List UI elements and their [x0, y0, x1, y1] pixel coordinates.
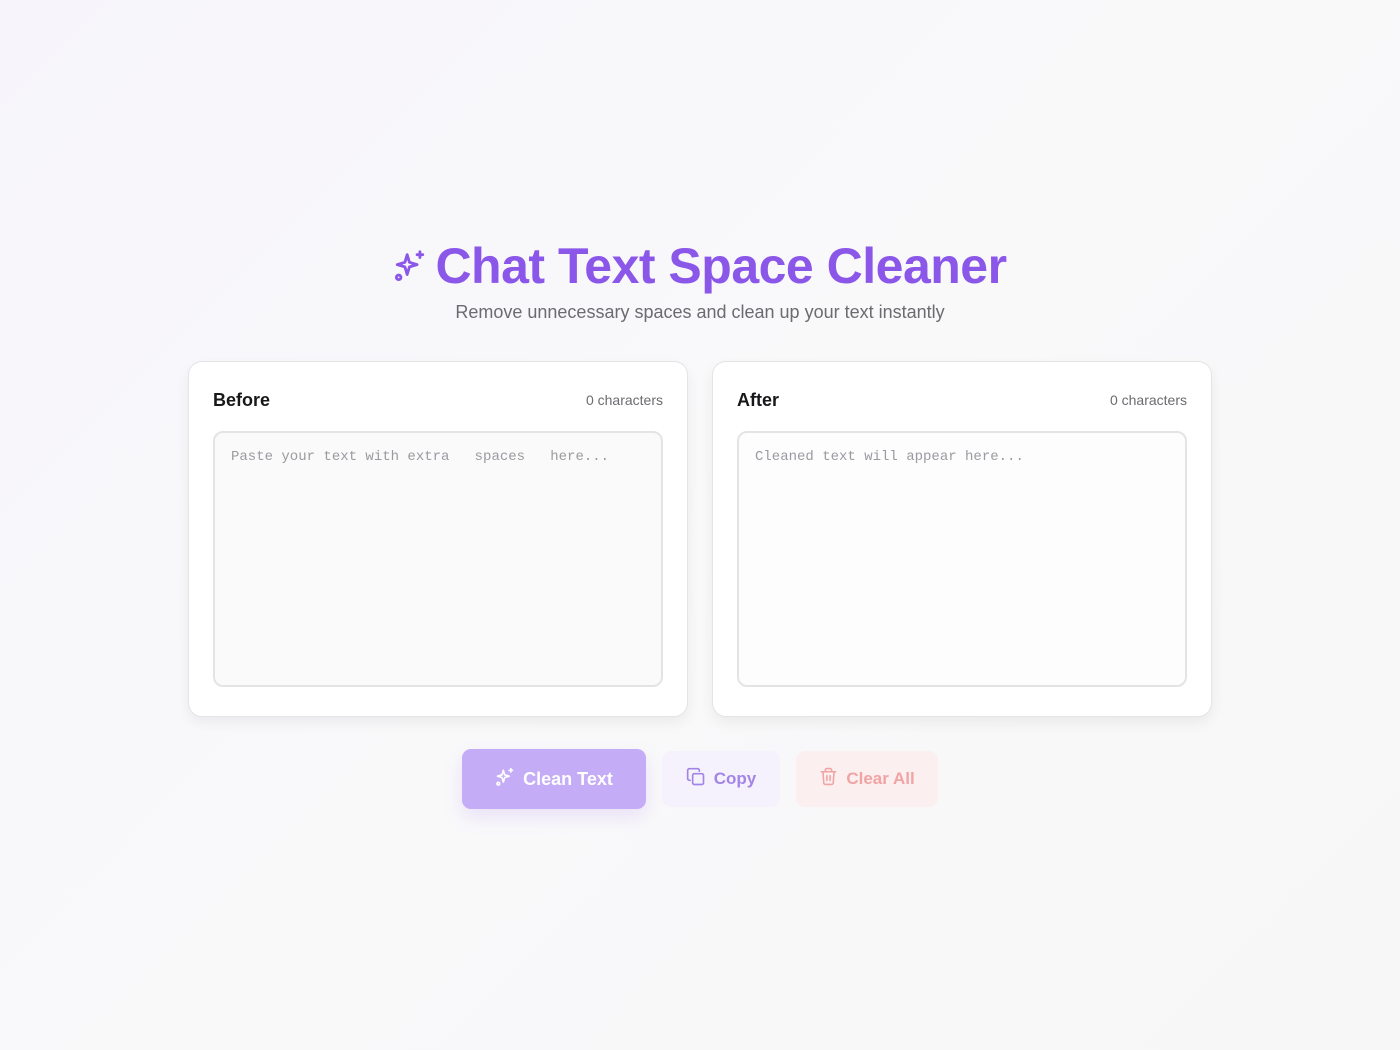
after-character-count: 0 characters: [1109, 392, 1187, 408]
sparkles-icon: [393, 245, 427, 288]
after-panel-header: After 0 characters: [737, 386, 1187, 414]
app-root: Chat Text Space Cleaner Remove unnecessa…: [0, 0, 1400, 1050]
action-buttons: Clean Text Copy Clear All: [0, 749, 1400, 809]
copy-icon: [686, 767, 706, 792]
clear-all-button[interactable]: Clear All: [796, 751, 938, 807]
panels: Before 0 characters After 0 characters: [188, 361, 1212, 717]
title-row: Chat Text Space Cleaner: [0, 236, 1400, 296]
after-panel: After 0 characters: [712, 361, 1212, 717]
header: Chat Text Space Cleaner Remove unnecessa…: [0, 236, 1400, 323]
copy-button[interactable]: Copy: [662, 751, 780, 807]
clear-all-label: Clear All: [846, 769, 915, 788]
before-textarea[interactable]: [213, 431, 663, 687]
before-character-count: 0 characters: [585, 392, 663, 408]
clean-text-button[interactable]: Clean Text: [462, 749, 646, 809]
trash-icon: [819, 767, 838, 791]
page-title: Chat Text Space Cleaner: [435, 238, 1007, 294]
after-textarea[interactable]: [737, 431, 1187, 687]
clean-text-label: Clean Text: [523, 768, 613, 789]
page-subtitle: Remove unnecessary spaces and clean up y…: [455, 302, 945, 322]
copy-label: Copy: [713, 769, 757, 788]
sparkles-icon: [495, 767, 515, 792]
before-label: Before: [213, 389, 271, 410]
before-panel: Before 0 characters: [188, 361, 688, 717]
after-label: After: [737, 389, 780, 410]
before-panel-header: Before 0 characters: [213, 386, 663, 414]
